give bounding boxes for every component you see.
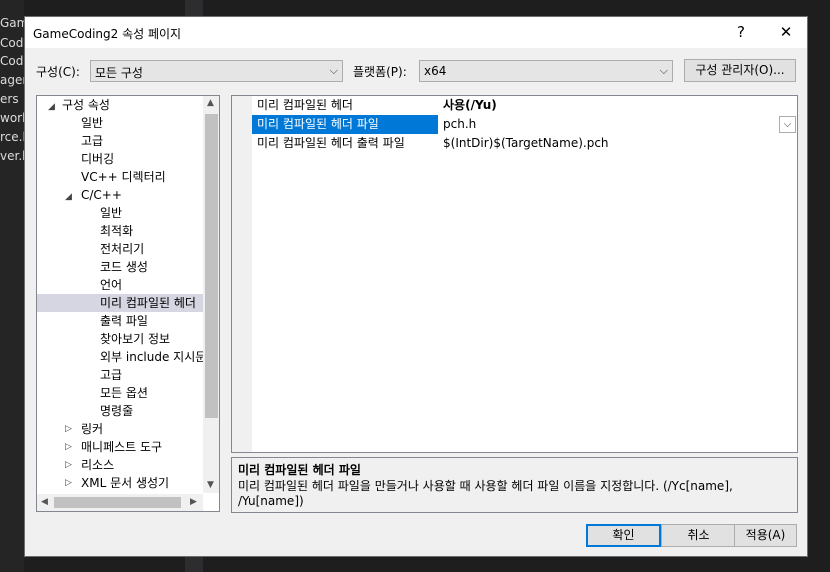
bg-item: ers <box>0 92 19 106</box>
collapsed-icon[interactable]: ▷ <box>65 478 72 488</box>
scroll-thumb[interactable] <box>54 497 181 508</box>
scroll-up-icon[interactable]: ▲ <box>207 98 214 108</box>
config-manager-button[interactable]: 구성 관리자(O)... <box>684 59 796 82</box>
scroll-thumb[interactable] <box>205 114 218 418</box>
chevron-down-icon[interactable]: ⌵ <box>779 116 796 133</box>
property-row-selected[interactable]: 미리 컴파일된 헤더 파일 pch.h ⌵ <box>252 115 797 134</box>
property-row[interactable]: 미리 컴파일된 헤더 사용(/Yu) <box>252 96 797 115</box>
tree-item-cpp-codegen[interactable]: 코드 생성 <box>100 258 148 276</box>
property-name: 미리 컴파일된 헤더 출력 파일 <box>257 136 405 150</box>
close-icon: ✕ <box>779 23 793 41</box>
tree-item-general[interactable]: 일반 <box>81 114 103 132</box>
tree-item-cpp-advanced[interactable]: 고급 <box>100 366 122 384</box>
tree-item-debugging[interactable]: 디버깅 <box>81 150 114 168</box>
description-text: 미리 컴파일된 헤더 파일을 만들거나 사용할 때 사용할 헤더 파일 이름을 … <box>238 479 733 508</box>
tree-item-config-properties[interactable]: 구성 속성 <box>62 96 110 114</box>
tree-item-cpp-language[interactable]: 언어 <box>100 276 122 294</box>
cancel-button[interactable]: 취소 <box>661 524 736 547</box>
config-value: 모든 구성 <box>95 66 143 80</box>
property-tree: ◢ 구성 속성 일반 고급 디버깅 VC++ 디렉터리 ◢ C/C++ 일반 최… <box>36 95 220 512</box>
tree-item-cpp-optimization[interactable]: 최적화 <box>100 222 133 240</box>
apply-button[interactable]: 적용(A) <box>734 524 797 547</box>
bg-item: ager <box>0 73 24 87</box>
tree-item-cpp-precompiled-headers[interactable]: 미리 컴파일된 헤더 <box>37 294 203 312</box>
tree-item-linker[interactable]: 링커 <box>81 420 103 438</box>
platform-label: 플랫폼(P): <box>353 65 407 79</box>
bg-item: Cod <box>0 54 24 68</box>
scroll-right-icon[interactable]: ▶ <box>190 497 197 507</box>
tree-item-cpp-general[interactable]: 일반 <box>100 204 122 222</box>
bg-item: Cod <box>0 36 24 50</box>
tree-item-cpp-all-options[interactable]: 모든 옵션 <box>100 384 148 402</box>
bg-item: Game <box>0 16 24 30</box>
tree-item-cpp-preprocessor[interactable]: 전처리기 <box>100 240 144 258</box>
property-value[interactable]: $(IntDir)$(TargetName).pch <box>439 134 797 153</box>
scroll-down-icon[interactable]: ▼ <box>207 480 214 490</box>
description-panel: 미리 컴파일된 헤더 파일 미리 컴파일된 헤더 파일을 만들거나 사용할 때 … <box>231 457 798 513</box>
chevron-down-icon: ⌵ <box>329 64 338 77</box>
config-label: 구성(C): <box>36 65 80 79</box>
config-combo[interactable]: 모든 구성 ⌵ <box>90 60 343 82</box>
chevron-down-icon: ⌵ <box>659 64 668 77</box>
dialog-title: GameCoding2 속성 페이지 <box>33 27 182 41</box>
bg-item: ver.h <box>0 149 24 163</box>
tree-item-cpp[interactable]: C/C++ <box>81 186 122 204</box>
property-value[interactable]: 사용(/Yu) <box>439 96 797 115</box>
collapsed-icon[interactable]: ▷ <box>65 442 72 452</box>
tree-item-vcpp-directories[interactable]: VC++ 디렉터리 <box>81 168 166 186</box>
property-name: 미리 컴파일된 헤더 파일 <box>252 115 438 134</box>
tree-horizontal-scrollbar[interactable]: ◀ ▶ <box>37 494 203 511</box>
platform-combo[interactable]: x64 ⌵ <box>419 60 673 82</box>
title-bar: GameCoding2 속성 페이지 ? ✕ <box>25 17 807 48</box>
bg-item: rce.h <box>0 130 24 144</box>
platform-value: x64 <box>424 64 447 78</box>
expanded-icon: ◢ <box>48 102 55 112</box>
collapsed-icon[interactable]: ▷ <box>65 424 72 434</box>
bg-item: work <box>0 111 24 125</box>
tree-item-cpp-browse-info[interactable]: 찾아보기 정보 <box>100 330 170 348</box>
property-name: 미리 컴파일된 헤더 <box>257 98 353 112</box>
tree-item-cpp-output-files[interactable]: 출력 파일 <box>100 312 148 330</box>
property-grid: 미리 컴파일된 헤더 사용(/Yu) 미리 컴파일된 헤더 파일 pch.h ⌵… <box>231 95 798 453</box>
grid-margin <box>232 96 252 452</box>
property-value[interactable]: pch.h <box>439 115 797 134</box>
expanded-icon: ◢ <box>65 192 72 202</box>
tree-item-xml-doc-generator[interactable]: XML 문서 생성기 <box>81 474 169 492</box>
property-pages-dialog: GameCoding2 속성 페이지 ? ✕ 구성(C): 모든 구성 ⌵ 플랫… <box>24 16 808 557</box>
collapsed-icon[interactable]: ▷ <box>65 460 72 470</box>
tree-item-resources[interactable]: 리소스 <box>81 456 114 474</box>
tree-item-advanced[interactable]: 고급 <box>81 132 103 150</box>
tree-vertical-scrollbar[interactable]: ▲ ▼ <box>203 96 219 493</box>
property-row[interactable]: 미리 컴파일된 헤더 출력 파일 $(IntDir)$(TargetName).… <box>252 134 797 153</box>
scroll-left-icon[interactable]: ◀ <box>41 497 48 507</box>
help-button[interactable]: ? <box>721 17 761 48</box>
tree-item-manifest-tool[interactable]: 매니페스트 도구 <box>81 438 162 456</box>
tree-item-cpp-command-line[interactable]: 명령줄 <box>100 402 133 420</box>
description-title: 미리 컴파일된 헤더 파일 <box>238 463 361 477</box>
tree-item-cpp-external-includes[interactable]: 외부 include 지시문 <box>100 348 206 366</box>
ok-button[interactable]: 확인 <box>586 524 661 547</box>
close-button[interactable]: ✕ <box>766 17 806 48</box>
